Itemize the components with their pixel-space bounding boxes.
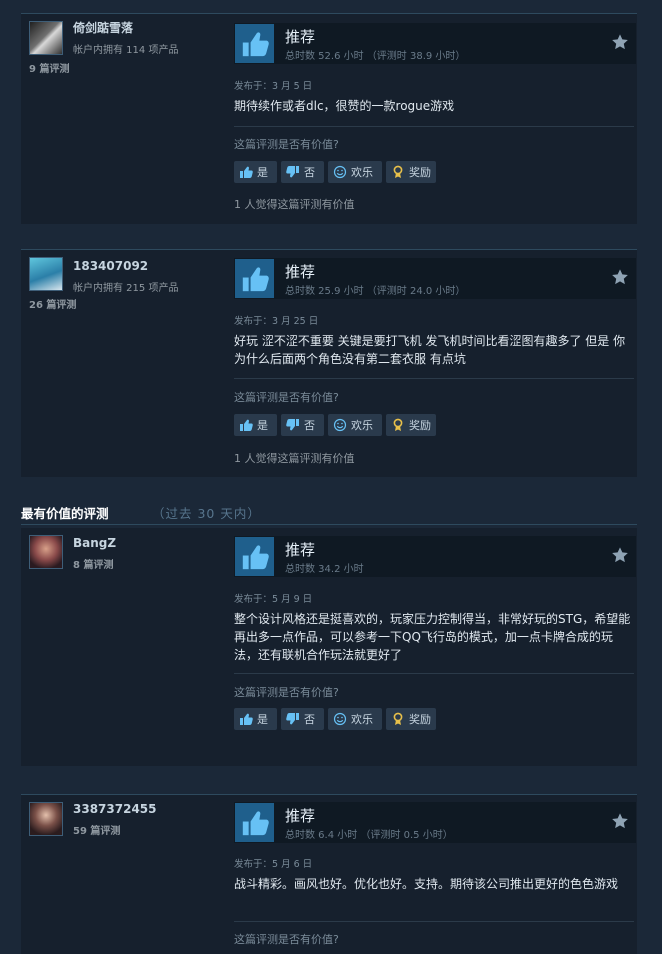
reviewer-name[interactable]: 倚剑踮雪落 [73,19,133,36]
yes-button[interactable]: 是 [234,161,277,183]
yes-label: 是 [257,713,268,726]
review-card: BangZ 8 篇评测 推荐 总时数 34.2 小时 发布于：5 月 9 日 整… [21,528,637,766]
avatar[interactable] [29,535,63,569]
thumbs-up-icon [235,24,274,63]
playtime: 总时数 6.4 小时 （评测时 0.5 小时） [285,830,453,841]
posted-date: 发布于：3 月 5 日 [234,81,313,92]
funny-label: 欢乐 [351,166,373,179]
no-button[interactable]: 否 [281,708,324,730]
award-label: 奖励 [409,166,431,179]
products-owned[interactable]: 帐户内拥有 215 项产品 [73,279,178,294]
yes-label: 是 [257,419,268,432]
helpful-question: 这篇评测是否有价值? [234,391,339,404]
star-icon[interactable] [611,812,629,830]
review-count[interactable]: 59 篇评测 [73,822,120,837]
posted-date: 发布于：3 月 25 日 [234,316,319,327]
recommendation-header: 推荐 总时数 34.2 小时 [234,536,636,577]
recommendation-header: 推荐 总时数 6.4 小时 （评测时 0.5 小时） [234,802,636,843]
section-divider [21,524,637,525]
yes-button[interactable]: 是 [234,414,277,436]
helpful-question: 这篇评测是否有价值? [234,686,339,699]
playtime: 总时数 25.9 小时 （评测时 24.0 小时） [285,286,466,297]
no-button[interactable]: 否 [281,414,324,436]
avatar[interactable] [29,802,63,836]
review-count[interactable]: 9 篇评测 [29,60,69,75]
thumbs-up-icon [239,712,253,726]
helpful-question: 这篇评测是否有价值? [234,138,339,151]
review-count[interactable]: 26 篇评测 [29,296,76,311]
thumbs-down-icon [286,712,300,726]
review-text: 期待续作或者dlc，很赞的一款rogue游戏 [234,99,455,113]
posted-date: 发布于：5 月 6 日 [234,859,313,870]
review-count[interactable]: 8 篇评测 [73,556,113,571]
review-text: 整个设计风格还是挺喜欢的，玩家压力控制得当，非常好玩的STG，希望能再出多一点作… [234,612,631,662]
playtime: 总时数 34.2 小时 [285,564,364,575]
products-owned[interactable]: 帐户内拥有 114 项产品 [73,41,178,56]
avatar[interactable] [29,21,63,55]
section-title: 最有价值的评测 [21,506,109,521]
star-icon[interactable] [611,33,629,51]
award-button[interactable]: 奖励 [386,708,436,730]
funny-button[interactable]: 欢乐 [328,161,382,183]
recommend-label: 推荐 [285,263,316,281]
thumbs-down-icon [286,418,300,432]
review-card: 3387372455 59 篇评测 推荐 总时数 6.4 小时 （评测时 0.5… [21,794,637,954]
award-button[interactable]: 奖励 [386,161,436,183]
award-label: 奖励 [409,713,431,726]
yes-button[interactable]: 是 [234,708,277,730]
divider [234,126,634,127]
divider [234,921,634,922]
posted-date: 发布于：5 月 9 日 [234,594,313,605]
smile-icon [333,165,347,179]
divider [234,378,634,379]
smile-icon [333,418,347,432]
yes-label: 是 [257,166,268,179]
star-icon[interactable] [611,268,629,286]
recommend-label: 推荐 [285,541,316,559]
divider [234,673,634,674]
award-icon [391,165,405,179]
award-icon [391,712,405,726]
award-button[interactable]: 奖励 [386,414,436,436]
award-icon [391,418,405,432]
no-label: 否 [304,713,315,726]
reviewer-name[interactable]: BangZ [73,536,116,550]
funny-label: 欢乐 [351,419,373,432]
funny-button[interactable]: 欢乐 [328,708,382,730]
thumbs-up-icon [239,165,253,179]
star-icon[interactable] [611,546,629,564]
no-button[interactable]: 否 [281,161,324,183]
recommend-label: 推荐 [285,807,316,825]
funny-button[interactable]: 欢乐 [328,414,382,436]
thumbs-up-icon [239,418,253,432]
review-card: 183407092 帐户内拥有 215 项产品 26 篇评测 推荐 总时数 25… [21,249,637,477]
reviewer-name[interactable]: 3387372455 [73,802,157,816]
review-text: 战斗精彩。画风也好。优化也好。支持。期待该公司推出更好的色色游戏 [234,877,619,891]
found-helpful: 1 人觉得这篇评测有价值 [234,198,355,211]
thumbs-down-icon [286,165,300,179]
recommendation-header: 推荐 总时数 25.9 小时 （评测时 24.0 小时） [234,258,636,299]
review-card: 倚剑踮雪落 帐户内拥有 114 项产品 9 篇评测 推荐 总时数 52.6 小时… [21,13,637,224]
reviewer-name[interactable]: 183407092 [73,259,148,273]
playtime: 总时数 52.6 小时 （评测时 38.9 小时） [285,51,466,62]
funny-label: 欢乐 [351,713,373,726]
avatar[interactable] [29,257,63,291]
thumbs-up-icon [235,803,274,842]
recommend-label: 推荐 [285,28,316,46]
helpful-question: 这篇评测是否有价值? [234,933,339,946]
award-label: 奖励 [409,419,431,432]
found-helpful: 1 人觉得这篇评测有价值 [234,452,355,465]
no-label: 否 [304,419,315,432]
review-text: 好玩 涩不涩不重要 关键是要打飞机 发飞机时间比看涩图有趣多了 但是 你为什么后… [234,334,626,366]
recommendation-header: 推荐 总时数 52.6 小时 （评测时 38.9 小时） [234,23,636,64]
thumbs-up-icon [235,259,274,298]
smile-icon [333,712,347,726]
thumbs-up-icon [235,537,274,576]
section-subtitle: （过去 30 天内） [152,506,261,521]
no-label: 否 [304,166,315,179]
